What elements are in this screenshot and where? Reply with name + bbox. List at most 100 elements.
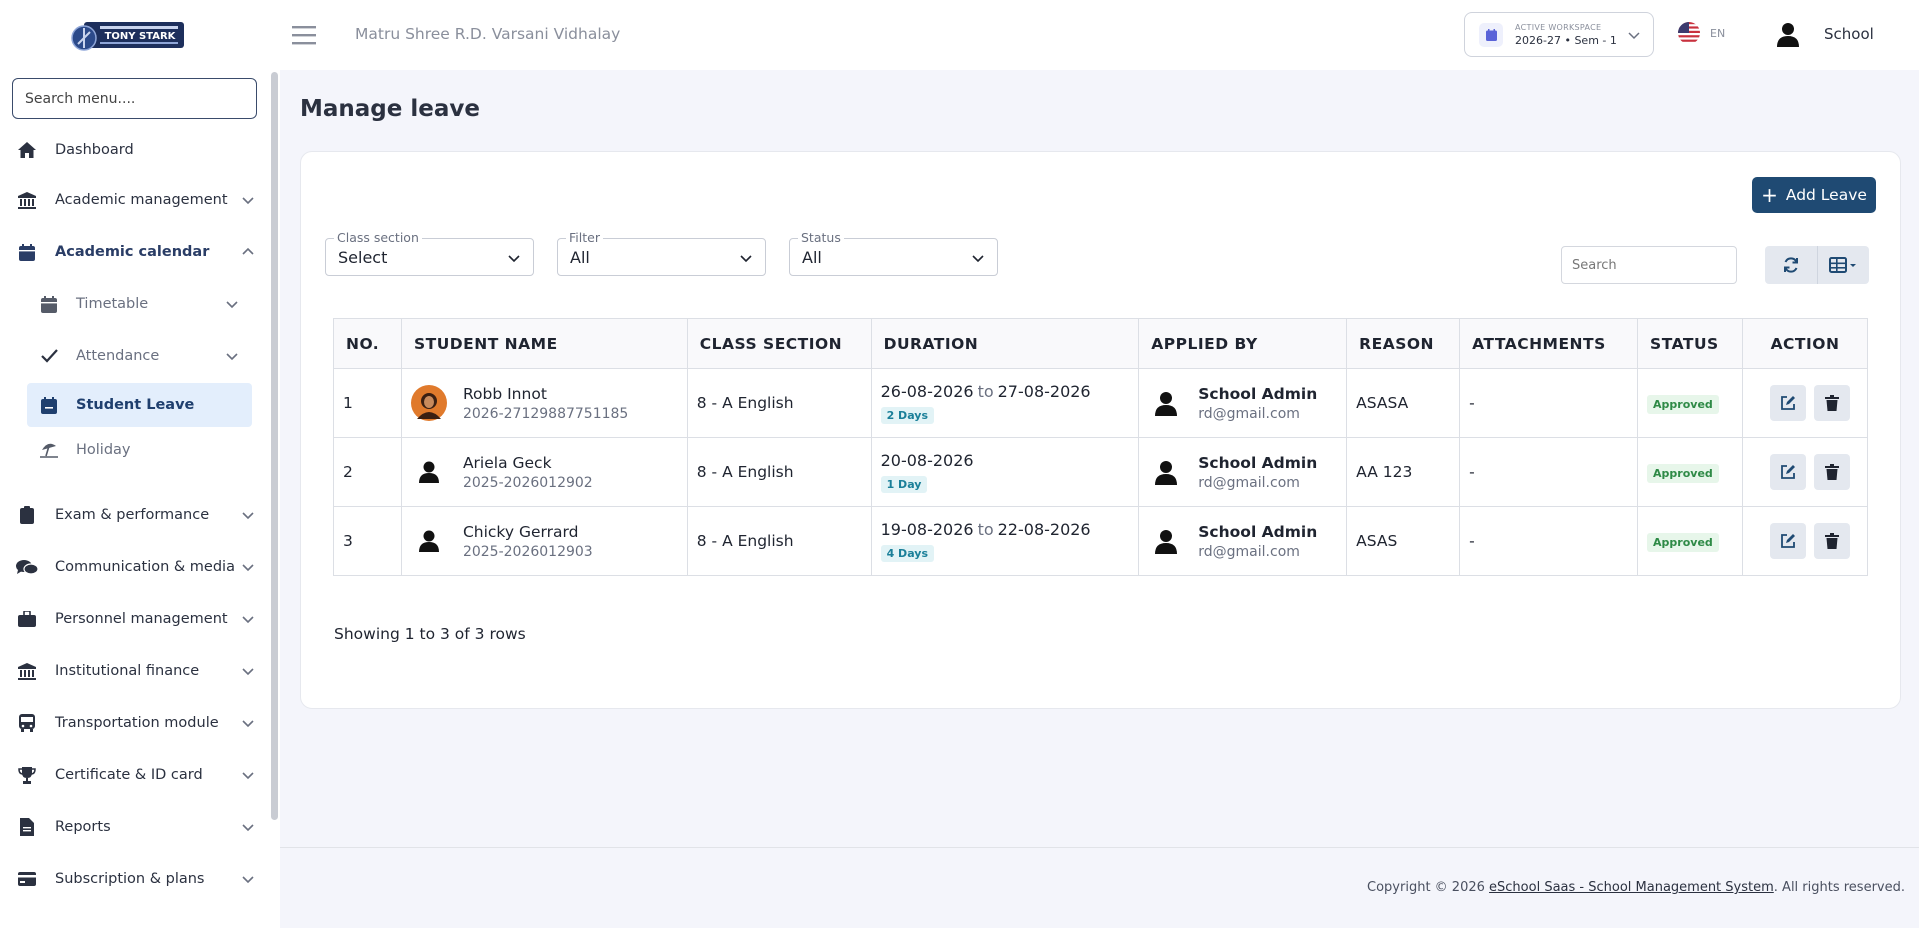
applied-by-name: School Admin	[1198, 522, 1318, 541]
delete-button[interactable]	[1813, 454, 1850, 490]
chevron-down-icon	[224, 348, 240, 364]
chevron-down-icon	[240, 819, 256, 835]
edit-button[interactable]	[1769, 385, 1806, 421]
sidebar-item-transportation-module[interactable]: Transportation module	[14, 703, 262, 743]
footer-link[interactable]: eSchool Saas - School Management System	[1489, 880, 1774, 895]
topbar: Matru Shree R.D. Varsani Vidhalay ACTIVE…	[280, 0, 1919, 70]
sidebar-subitem-attendance[interactable]: Attendance	[27, 334, 252, 378]
chevron-down-icon	[739, 251, 753, 265]
student-cell: Ariela Geck 2025-2026012902	[400, 437, 688, 507]
column-header[interactable]: REASON	[1346, 318, 1461, 369]
credit-card-icon	[16, 868, 38, 890]
school-logo[interactable]: TONY STARK	[70, 18, 194, 54]
days-badge: 1 Day	[880, 476, 928, 493]
column-header[interactable]: CLASS SECTION	[686, 318, 872, 369]
chevron-down-icon	[240, 559, 256, 575]
umbrella-beach-icon	[38, 439, 60, 461]
home-icon	[16, 139, 38, 161]
student-avatar	[410, 385, 447, 421]
clipboard-icon	[16, 504, 38, 526]
sidebar-item-label: Institutional finance	[55, 663, 200, 679]
sidebar-item-dashboard[interactable]: Dashboard	[14, 130, 262, 170]
user-menu[interactable]: School	[1774, 20, 1874, 48]
column-header[interactable]: STUDENT NAME	[400, 318, 688, 369]
column-header[interactable]: APPLIED BY	[1138, 318, 1348, 369]
chevron-down-icon	[240, 871, 256, 887]
delete-button[interactable]	[1813, 385, 1850, 421]
leave-card: + Add Leave Class section Select Filter …	[300, 151, 1901, 709]
applied-by-email: rd@gmail.com	[1198, 405, 1300, 422]
sidebar-item-personnel-management[interactable]: Personnel management	[14, 599, 262, 639]
reason: ASAS	[1346, 506, 1461, 576]
sidebar-subitem-holiday[interactable]: Holiday	[27, 428, 252, 472]
duration-from: 20-08-2026	[880, 451, 974, 470]
sidebar-item-academic-management[interactable]: Academic management	[14, 180, 262, 220]
edit-icon	[1780, 396, 1795, 410]
duration-cell: 20-08-2026 1 Day	[870, 437, 1140, 507]
trophy-icon	[16, 764, 38, 786]
delete-button[interactable]	[1813, 523, 1850, 559]
logo-text: TONY STARK	[105, 31, 177, 42]
column-header[interactable]: ACTION	[1742, 318, 1868, 369]
applied-by-name: School Admin	[1198, 384, 1318, 403]
user-avatar-icon	[1152, 458, 1180, 486]
column-header[interactable]: NO.	[333, 318, 402, 369]
filter-label: Status	[798, 230, 844, 245]
row-number: 2	[333, 437, 402, 507]
sidebar-item-exam-performance[interactable]: Exam & performance	[14, 495, 262, 535]
row-number: 1	[333, 368, 402, 438]
chevron-down-icon	[240, 507, 256, 523]
refresh-button[interactable]	[1765, 246, 1817, 284]
edit-button[interactable]	[1769, 454, 1806, 490]
column-header[interactable]: DURATION	[870, 318, 1140, 369]
sidebar-item-label: Dashboard	[55, 142, 134, 158]
sidebar-item-certificate-id-card[interactable]: Certificate & ID card	[14, 755, 262, 795]
duration-cell: 19-08-2026 to 22-08-2026 4 Days	[870, 506, 1140, 576]
search-menu-input[interactable]	[12, 78, 257, 119]
chevron-down-icon	[240, 611, 256, 627]
sidebar-subitem-timetable[interactable]: Timetable	[27, 282, 252, 326]
workspace-label: ACTIVE WORKSPACE	[1515, 22, 1602, 32]
sidebar-item-label: Subscription & plans	[55, 871, 205, 887]
applied-by-email: rd@gmail.com	[1198, 543, 1300, 560]
edit-button[interactable]	[1769, 523, 1806, 559]
column-header[interactable]: STATUS	[1637, 318, 1743, 369]
sidebar-item-subscription-plans[interactable]: Subscription & plans	[14, 859, 262, 899]
user-name: School	[1824, 25, 1874, 43]
applied-by-cell: School Admin rd@gmail.com	[1138, 437, 1348, 507]
sidebar-item-communication-media[interactable]: Communication & media	[14, 547, 262, 587]
user-avatar-icon	[411, 454, 447, 490]
us-flag-icon	[1678, 22, 1700, 44]
table-search-input[interactable]	[1561, 246, 1737, 284]
workspace-value: 2026-27 • Sem - 1	[1515, 33, 1617, 47]
document-icon	[16, 816, 38, 838]
workspace-selector[interactable]: ACTIVE WORKSPACE 2026-27 • Sem - 1	[1464, 12, 1654, 57]
check-icon	[38, 345, 60, 367]
chevron-down-icon	[240, 767, 256, 783]
hamburger-menu-icon[interactable]	[292, 24, 316, 46]
user-avatar-icon	[411, 523, 447, 559]
calendar-leave-icon	[38, 394, 60, 416]
status-select[interactable]: Status All	[789, 230, 998, 276]
sidebar-item-institutional-finance[interactable]: Institutional finance	[14, 651, 262, 691]
sidebar-item-label: Reports	[55, 819, 111, 835]
filter-select[interactable]: Filter All	[557, 230, 766, 276]
class-section-select[interactable]: Class section Select	[325, 230, 534, 276]
sidebar-subitem-student-leave[interactable]: Student Leave	[27, 383, 252, 427]
chevron-down-icon	[224, 296, 240, 312]
duration-to: 27-08-2026	[997, 382, 1091, 401]
add-leave-button[interactable]: + Add Leave	[1752, 177, 1876, 213]
applied-by-email: rd@gmail.com	[1198, 474, 1300, 491]
sidebar-scrollbar[interactable]	[271, 72, 278, 820]
sidebar-item-academic-calendar[interactable]: Academic calendar	[14, 232, 262, 272]
columns-toggle-button[interactable]	[1816, 246, 1870, 284]
user-avatar-icon	[1774, 20, 1802, 48]
sidebar-item-reports[interactable]: Reports	[14, 807, 262, 847]
status-badge: Approved	[1647, 533, 1719, 552]
column-header[interactable]: ATTACHMENTS	[1459, 318, 1639, 369]
language-selector[interactable]: EN	[1678, 22, 1725, 44]
duration-from: 19-08-2026	[880, 520, 974, 539]
filter-label: Class section	[334, 230, 422, 245]
user-avatar-icon	[1152, 527, 1180, 555]
footer: Copyright © 2026 eSchool Saas - School M…	[1367, 880, 1905, 895]
